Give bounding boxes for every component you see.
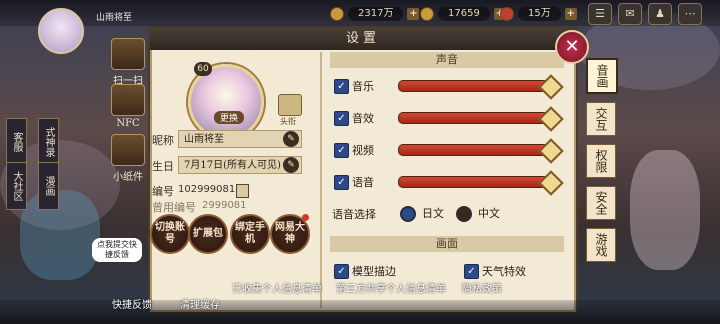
music-slider-knob[interactable]	[538, 74, 564, 100]
tab-game[interactable]: 游戏	[586, 228, 616, 262]
player-id: 102999081	[178, 184, 236, 195]
sound-section-header: 声音	[330, 52, 564, 68]
edit-nickname-icon[interactable]: ✎	[283, 131, 299, 147]
tab-interaction[interactable]: 交互	[586, 102, 616, 136]
gold-resource[interactable]: 17659 +	[420, 6, 506, 22]
tab-audio-video[interactable]: 音画	[586, 58, 618, 94]
more-icon[interactable]: ⋯	[678, 3, 702, 25]
scan-button[interactable]: 扫一扫	[110, 38, 146, 87]
voice-checkbox[interactable]: ✓	[334, 175, 349, 190]
voice-japanese-label: 日文	[422, 207, 444, 220]
copy-id-icon[interactable]	[236, 184, 249, 198]
edit-birthday-icon[interactable]: ✎	[283, 157, 299, 173]
link-collected-info[interactable]: 已收集个人信息清单	[232, 280, 322, 295]
jade-resource[interactable]: 2317万 +	[330, 6, 420, 22]
bind-phone-button[interactable]: 绑定手机	[230, 214, 270, 254]
notification-dot	[302, 214, 309, 221]
feedback-tip-bubble: 点我提交快捷反馈	[92, 238, 142, 262]
switch-account-button[interactable]: 切换账号	[150, 214, 190, 254]
settings-panel: 设置 60 更换 头衔 昵称 山雨将至 ✎ 生日 7月17日(所有人可见) ✎ …	[148, 26, 578, 314]
sign-comics[interactable]: 漫画	[38, 162, 59, 210]
sign-shikigami[interactable]: 式神录	[38, 118, 59, 166]
sfx-slider[interactable]	[398, 112, 550, 124]
former-id: 2999081	[202, 200, 247, 211]
voice-select-label: 语音选择	[332, 208, 376, 221]
change-portrait-button[interactable]: 更换	[214, 111, 245, 124]
voice-chinese-label: 中文	[478, 207, 500, 220]
ticket-resource[interactable]: 15万 +	[500, 6, 577, 22]
player-avatar[interactable]	[38, 8, 84, 54]
link-third-party-info[interactable]: 第三方共享个人信息清单	[336, 280, 446, 295]
profile-level: 60	[194, 62, 212, 76]
ticket-icon	[500, 7, 514, 21]
birthday-label: 生日	[152, 160, 174, 173]
paper-icon	[111, 134, 145, 166]
bottom-nav-strip	[0, 300, 720, 324]
player-name: 山雨将至	[96, 13, 133, 23]
friends-icon[interactable]: ♟	[648, 3, 672, 25]
nfc-icon	[111, 84, 145, 116]
panel-divider	[320, 52, 322, 308]
model-outline-checkbox[interactable]: ✓	[334, 264, 349, 279]
background-character-left	[20, 190, 100, 280]
paper-button[interactable]: 小纸件	[110, 134, 146, 183]
voice-slider-knob[interactable]	[538, 170, 564, 196]
clear-cache-button[interactable]: 清理缓存	[180, 296, 220, 311]
video-checkbox[interactable]: ✓	[334, 143, 349, 158]
music-label: 音乐	[352, 80, 374, 93]
sign-customer-service[interactable]: 客服	[6, 118, 27, 166]
scan-icon	[111, 38, 145, 70]
link-privacy-policy[interactable]: 隐私政策	[462, 280, 502, 295]
voice-label: 语音	[352, 176, 374, 189]
model-outline-label: 模型描边	[352, 265, 396, 278]
sfx-checkbox[interactable]: ✓	[334, 111, 349, 126]
mail-icon[interactable]: ✉	[618, 3, 642, 25]
add-ticket-icon[interactable]: +	[564, 8, 577, 20]
sign-community[interactable]: 大社区	[6, 162, 27, 210]
display-section-header: 画面	[330, 236, 564, 252]
tab-security[interactable]: 安全	[586, 186, 616, 220]
voice-slider[interactable]	[398, 176, 550, 188]
id-label: 编号	[152, 185, 174, 198]
former-id-label: 曾用编号	[152, 201, 196, 214]
title-badge-icon[interactable]	[278, 94, 302, 116]
weather-effect-checkbox[interactable]: ✓	[464, 264, 479, 279]
close-settings-button[interactable]: ✕	[555, 30, 589, 64]
add-jade-icon[interactable]: +	[407, 8, 420, 20]
tab-permissions[interactable]: 权限	[586, 144, 616, 178]
video-label: 视频	[352, 144, 374, 157]
background-character-right	[630, 150, 700, 270]
nickname-label: 昵称	[152, 134, 174, 147]
settings-tabs: 音画 交互 权限 安全 游戏	[586, 58, 618, 270]
voice-chinese-radio[interactable]	[456, 206, 472, 222]
sfx-label: 音效	[352, 112, 374, 125]
settings-title: 设置	[150, 28, 576, 50]
music-checkbox[interactable]: ✓	[334, 79, 349, 94]
sfx-slider-knob[interactable]	[538, 106, 564, 132]
expansion-pack-button[interactable]: 扩展包	[188, 214, 228, 254]
video-slider-knob[interactable]	[538, 138, 564, 164]
gold-icon	[420, 7, 434, 21]
music-slider[interactable]	[398, 80, 550, 92]
title-badge-label: 头衔	[280, 117, 296, 126]
jade-icon	[330, 7, 344, 21]
weather-effect-label: 天气特效	[482, 265, 526, 278]
quick-feedback-button[interactable]: 快捷反馈	[112, 296, 152, 311]
nfc-button[interactable]: NFC	[110, 84, 146, 129]
video-slider[interactable]	[398, 144, 550, 156]
menu-icon[interactable]: ☰	[588, 3, 612, 25]
voice-japanese-radio[interactable]	[400, 206, 416, 222]
